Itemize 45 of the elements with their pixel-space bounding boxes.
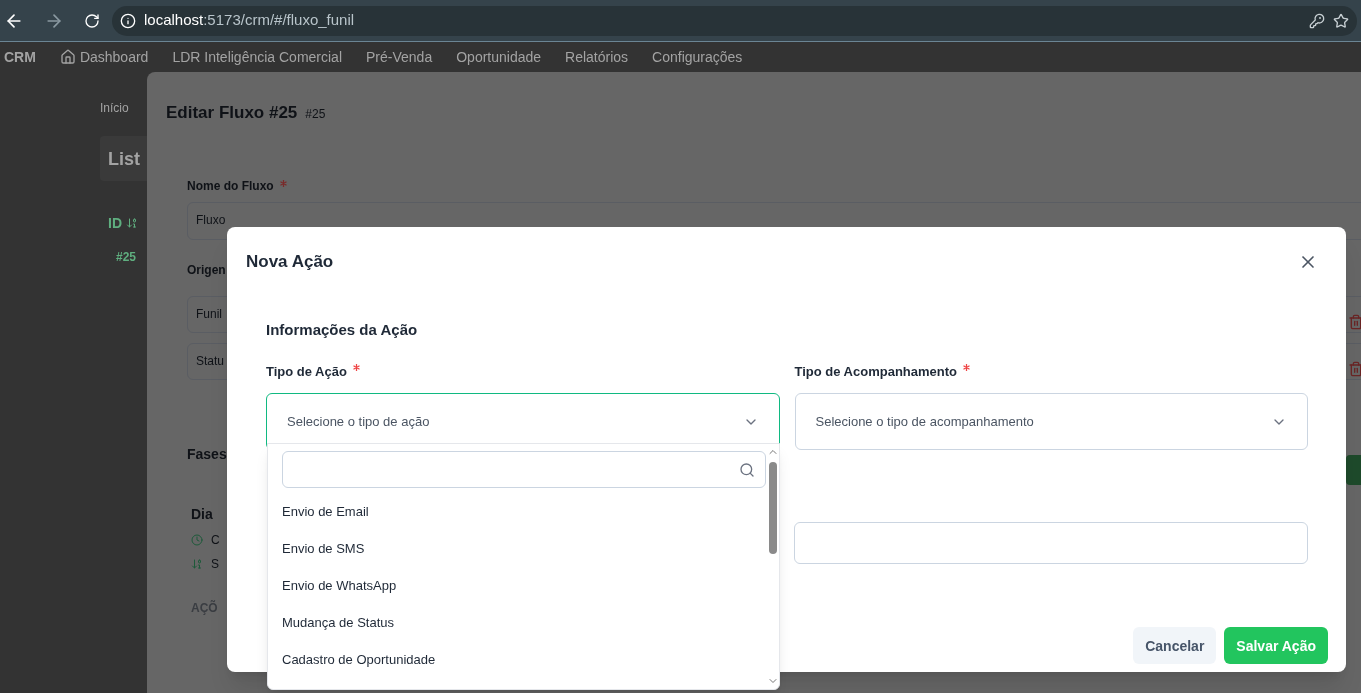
brand-text: CRM xyxy=(4,48,36,67)
modal-title: Editar Fluxo #25 xyxy=(166,102,298,124)
section-heading: Informações da Ação xyxy=(266,320,419,340)
phase-title: Dia xyxy=(191,504,214,524)
field-label: Nome do Fluxo xyxy=(187,177,287,194)
nav-item[interactable]: Relatórios xyxy=(565,47,629,67)
phase-detail: S xyxy=(211,555,219,572)
table-cell-text: #25 xyxy=(115,249,138,265)
cancel-button[interactable]: Cancelar xyxy=(1133,627,1217,664)
field-label: Tipo de Acompanhamento xyxy=(794,361,970,381)
select-field[interactable]: Selecione o tipo de acompanhamento xyxy=(794,393,1308,450)
section-heading: Fases xyxy=(187,444,227,464)
flow-number: #25 xyxy=(305,106,326,122)
dialog-title: Nova Ação xyxy=(246,251,334,274)
field-label: Tipo de Ação xyxy=(266,361,360,381)
breadcrumb[interactable]: Início xyxy=(100,100,147,116)
trash-icon[interactable] xyxy=(1348,361,1361,377)
home-icon xyxy=(59,49,76,65)
bookmark-star-icon[interactable] xyxy=(1333,12,1349,29)
dropdown-option[interactable]: Mudança de Status xyxy=(282,604,767,641)
search-field[interactable] xyxy=(282,451,766,488)
phase-detail: C xyxy=(211,531,220,548)
dropdown-option[interactable]: Cadastro de Oportunidade xyxy=(282,641,767,678)
key-icon[interactable] xyxy=(1309,12,1325,29)
dropdown-option[interactable]: Envio de WhatsApp xyxy=(282,567,767,604)
sort-icon xyxy=(126,217,138,229)
reload-icon[interactable] xyxy=(84,12,100,29)
dropdown-option[interactable]: Envio de Email xyxy=(282,493,767,530)
order-icon xyxy=(191,557,203,570)
text-input[interactable] xyxy=(794,522,1308,564)
clock-icon xyxy=(191,533,203,546)
field-label: Origen xyxy=(187,261,226,278)
address-bar[interactable]: localhost:5173/crm/#/fluxo_funil xyxy=(112,5,1357,36)
column-header: ID xyxy=(108,214,122,233)
trash-icon[interactable] xyxy=(1348,314,1361,330)
dropdown-option[interactable]: Envio de SMS xyxy=(282,530,767,567)
search-icon xyxy=(739,461,755,478)
list-title: List xyxy=(108,147,140,171)
nav-item[interactable]: Dashboard xyxy=(79,47,149,67)
nav-item[interactable]: Pré-Venda xyxy=(366,47,433,67)
nav-item[interactable]: Configurações xyxy=(652,47,743,67)
url-text: localhost:5173/crm/#/fluxo_funil xyxy=(144,10,355,31)
site-info-icon[interactable] xyxy=(120,12,136,29)
nav-item[interactable]: Oportunidade xyxy=(456,47,542,67)
nav-item[interactable]: LDR Inteligência Comercial xyxy=(172,47,343,67)
